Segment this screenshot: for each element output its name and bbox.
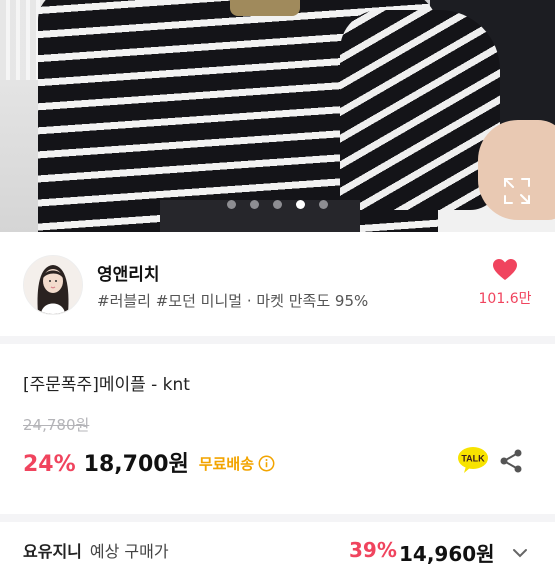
- carousel-dot-active[interactable]: [296, 200, 305, 209]
- photo-sweater-sleeve: [340, 10, 500, 210]
- carousel-indicator: [0, 194, 555, 213]
- carousel-dot[interactable]: [250, 200, 259, 209]
- kakao-talk-button[interactable]: TALK: [457, 446, 489, 474]
- shop-tags: #러블리 #모던 미니멀 · 마켓 만족도 95%: [97, 292, 369, 310]
- heart-icon[interactable]: [492, 258, 518, 282]
- shop-avatar[interactable]: [23, 255, 83, 315]
- original-price: 24,780원: [23, 416, 90, 434]
- discount-rate: 24%: [23, 452, 76, 477]
- photo-collar: [230, 0, 300, 16]
- shop-info-row[interactable]: 영앤리치 #러블리 #모던 미니멀 · 마켓 만족도 95% 101.6만: [0, 232, 555, 336]
- info-icon[interactable]: [258, 455, 275, 472]
- offer-label: 요유지니: [23, 542, 82, 561]
- product-title: [주문폭주]메이플 - knt: [23, 375, 190, 395]
- kakao-talk-icon[interactable]: TALK: [457, 446, 489, 474]
- expand-icon[interactable]: [502, 176, 532, 206]
- share-icon[interactable]: [498, 448, 524, 474]
- shop-name[interactable]: 영앤리치: [97, 260, 160, 285]
- talk-label: TALK: [461, 454, 485, 464]
- expected-price-row[interactable]: 요유지니 예상 구매가 39% 14,960원: [23, 538, 533, 568]
- carousel-dot[interactable]: [227, 200, 236, 209]
- chevron-down-icon[interactable]: [511, 544, 529, 562]
- carousel-dot[interactable]: [319, 200, 328, 209]
- sale-price: 18,700원: [83, 452, 189, 477]
- offer-discount: 39%: [349, 538, 397, 562]
- price-row: 24% 18,700원 무료배송: [23, 446, 275, 477]
- carousel-dot[interactable]: [273, 200, 282, 209]
- like-button[interactable]: 101.6만: [470, 258, 540, 308]
- offer-sub: 예상 구매가: [89, 542, 169, 561]
- section-divider: [0, 336, 555, 344]
- section-divider: [0, 514, 555, 522]
- offer-price: 14,960원: [399, 542, 495, 566]
- avatar-portrait: [24, 256, 82, 314]
- free-shipping-badge: 무료배송: [198, 455, 255, 473]
- like-count: 101.6만: [478, 291, 532, 307]
- product-image-carousel[interactable]: [0, 0, 555, 232]
